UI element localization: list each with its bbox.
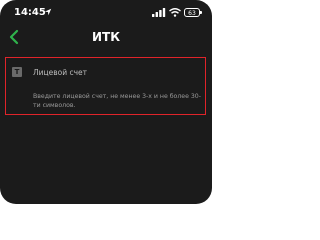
- wifi-icon: [169, 7, 181, 17]
- signal-icon: [152, 7, 166, 17]
- app-screen: 14:45 63 ИТК T Введите лицев: [0, 0, 212, 204]
- status-time: 14:45: [14, 7, 46, 18]
- account-field-hint: Введите лицевой счет, не менее 3-х и не …: [33, 93, 201, 109]
- battery-icon: 63: [184, 7, 202, 17]
- location-arrow-icon: [44, 8, 52, 16]
- status-indicators: 63: [152, 6, 202, 18]
- navigation-bar: ИТК: [0, 24, 212, 50]
- text-field-icon: T: [12, 67, 22, 77]
- account-field-group: T Введите лицевой счет, не менее 3-х и н…: [5, 57, 206, 115]
- status-bar: 14:45 63: [0, 0, 212, 24]
- account-number-input[interactable]: [33, 65, 183, 79]
- page-title: ИТК: [91, 30, 121, 44]
